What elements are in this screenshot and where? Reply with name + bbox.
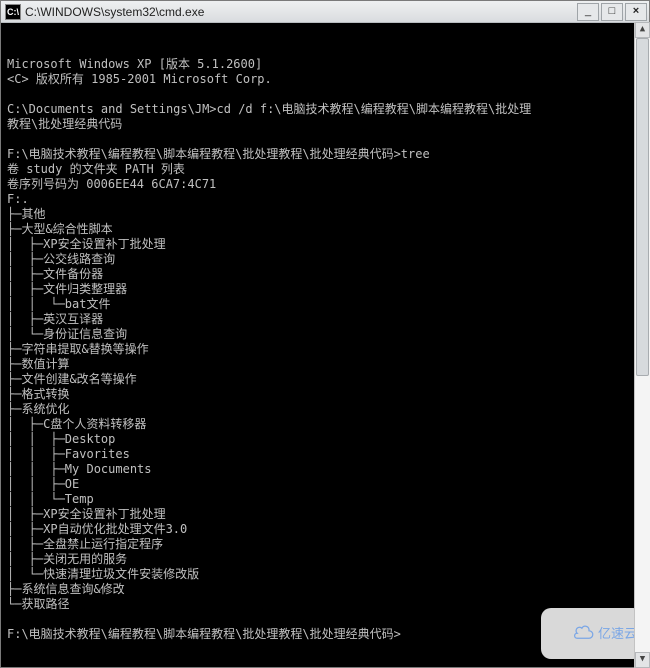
- scroll-up-button[interactable]: ▲: [635, 22, 650, 38]
- watermark-text: 亿速云: [598, 626, 637, 641]
- maximize-button[interactable]: □: [601, 3, 623, 21]
- terminal-text: Microsoft Windows XP [版本 5.1.2600] <C> 版…: [7, 57, 647, 642]
- terminal-output[interactable]: Microsoft Windows XP [版本 5.1.2600] <C> 版…: [1, 23, 649, 667]
- titlebar[interactable]: C:\ C:\WINDOWS\system32\cmd.exe _ □ ×: [1, 1, 649, 23]
- watermark: 亿速云: [541, 608, 643, 659]
- scrollbar-thumb[interactable]: [636, 38, 649, 376]
- cmd-window: C:\ C:\WINDOWS\system32\cmd.exe _ □ × Mi…: [0, 0, 650, 668]
- scrollbar-track[interactable]: [635, 38, 650, 652]
- scroll-down-button[interactable]: ▼: [635, 652, 650, 668]
- window-title: C:\WINDOWS\system32\cmd.exe: [25, 5, 577, 19]
- app-icon: C:\: [5, 4, 21, 20]
- cloud-icon: [545, 610, 594, 657]
- window-controls: _ □ ×: [577, 3, 647, 21]
- close-button[interactable]: ×: [625, 3, 647, 21]
- minimize-button[interactable]: _: [577, 3, 599, 21]
- vertical-scrollbar[interactable]: ▲ ▼: [634, 22, 650, 668]
